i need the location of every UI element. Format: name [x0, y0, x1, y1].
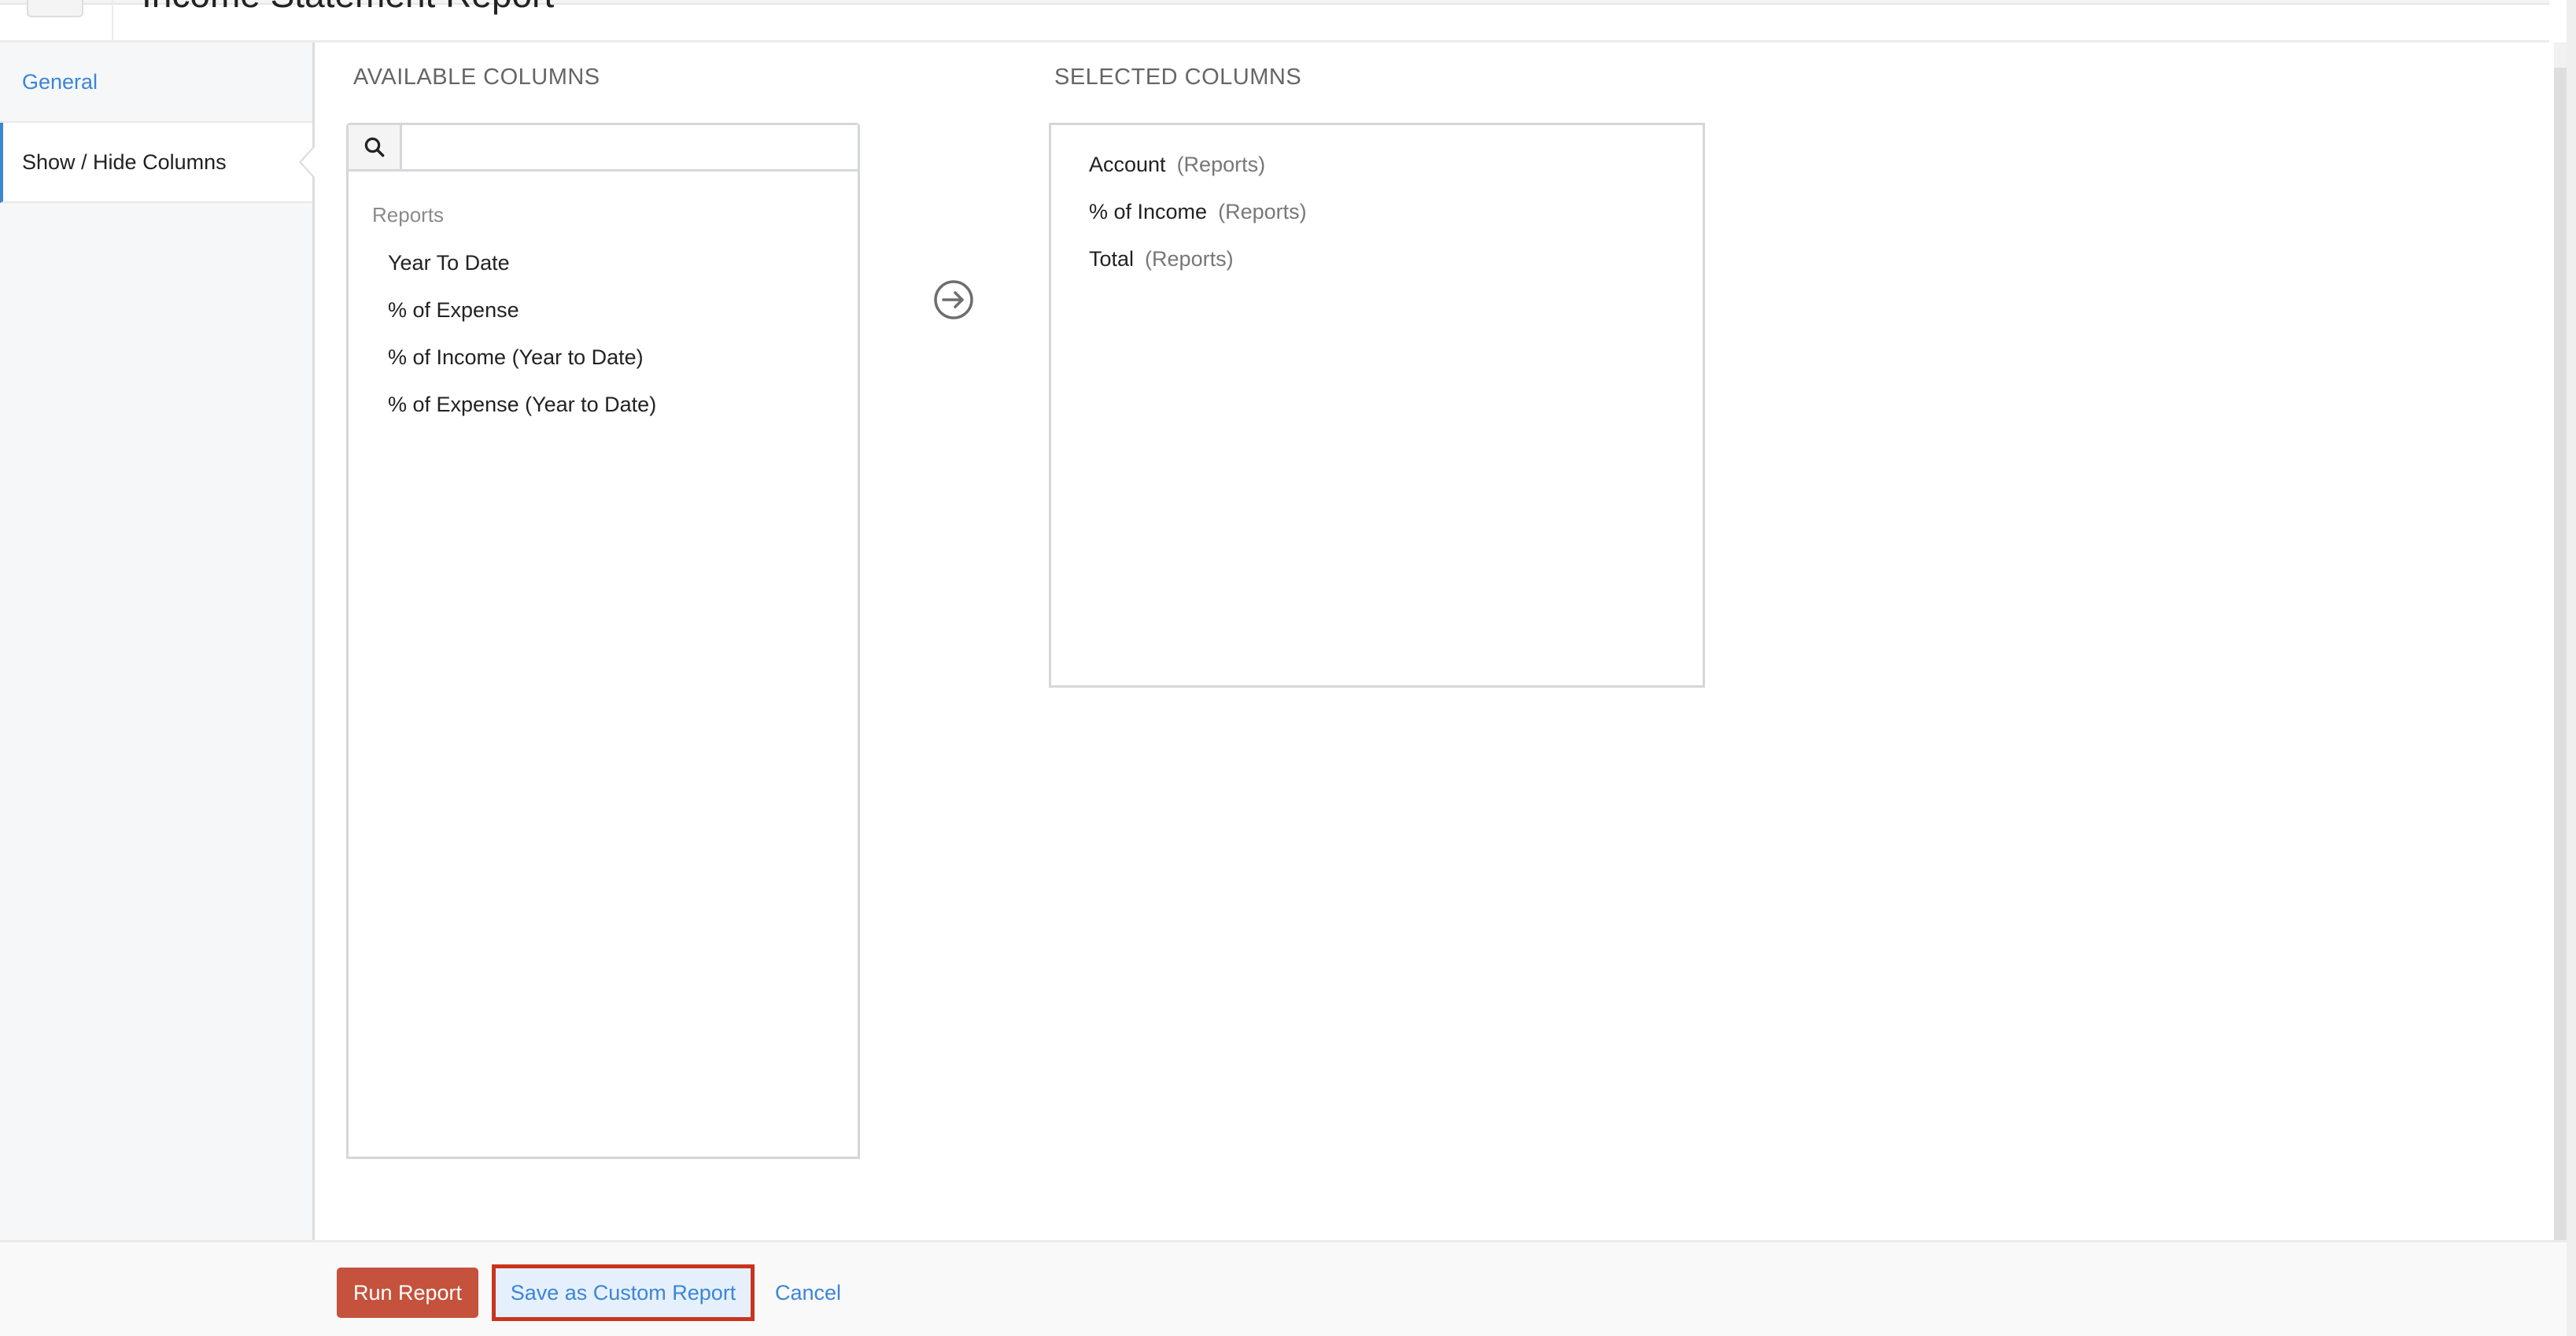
top-header: Income Statement Report	[0, 0, 2549, 42]
sidebar-item-label: General	[22, 69, 98, 94]
column-source: (Reports)	[1218, 200, 1307, 223]
action-footer: Run Report Save as Custom Report Cancel	[0, 1240, 2567, 1336]
column-source: (Reports)	[1145, 247, 1234, 271]
cancel-button[interactable]: Cancel	[775, 1271, 841, 1315]
column-name: Total	[1089, 247, 1135, 271]
available-column-item[interactable]: % of Expense	[388, 294, 656, 341]
column-name: % of Income	[1089, 200, 1208, 223]
selected-columns-list: Account (Reports) % of Income (Reports) To…	[1049, 123, 1705, 688]
selected-column-item[interactable]: Account (Reports)	[1089, 149, 1307, 196]
search-icon	[349, 125, 402, 169]
sidebar-item-label: Show / Hide Columns	[22, 149, 227, 174]
active-indicator-notch	[299, 145, 315, 179]
group-label-reports: Reports	[372, 203, 445, 227]
available-column-item[interactable]: % of Expense (Year to Date)	[388, 389, 656, 436]
sidebar-item-general[interactable]: General	[0, 42, 312, 123]
available-columns-list: Reports Year To Date % of Expense % of I…	[346, 172, 860, 1159]
header-divider	[112, 0, 113, 42]
column-name: Account	[1089, 153, 1166, 176]
page-scrollbar[interactable]	[2567, 0, 2576, 1336]
available-column-item[interactable]: % of Income (Year to Date)	[388, 341, 656, 389]
selected-column-item[interactable]: Total (Reports)	[1089, 243, 1307, 290]
page-title: Income Statement Report	[142, 0, 554, 16]
available-columns-heading: AVAILABLE COLUMNS	[353, 65, 600, 90]
sidebar: General Show / Hide Columns	[0, 42, 315, 1240]
move-to-selected-button[interactable]	[933, 279, 974, 320]
run-report-button[interactable]: Run Report	[337, 1268, 478, 1318]
available-column-item[interactable]: Year To Date	[388, 247, 656, 294]
scrollbar-track	[2554, 42, 2567, 68]
arrow-right-circle-icon	[934, 280, 973, 319]
column-source: (Reports)	[1176, 153, 1266, 176]
available-columns-search	[346, 123, 860, 172]
search-input[interactable]	[402, 125, 858, 169]
vertical-scrollbar[interactable]	[2554, 42, 2567, 1240]
selected-column-item[interactable]: % of Income (Reports)	[1089, 196, 1307, 243]
sidebar-item-show-hide-columns[interactable]: Show / Hide Columns	[0, 123, 315, 203]
selected-columns-heading: SELECTED COLUMNS	[1054, 65, 1302, 90]
columns-panel: AVAILABLE COLUMNS Reports Year To Date %…	[317, 42, 2549, 1240]
back-button[interactable]	[27, 0, 83, 17]
save-as-custom-report-button[interactable]: Save as Custom Report	[492, 1264, 755, 1321]
